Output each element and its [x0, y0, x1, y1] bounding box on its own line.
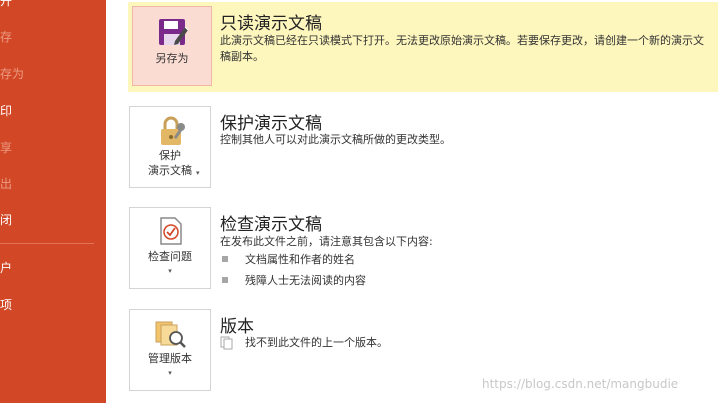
protect-presentation-button[interactable]: 保护 演示文稿 ▾: [129, 106, 211, 188]
inspect-bullet-item: 文档属性和作者的姓名: [245, 253, 355, 266]
nav-item-save-as[interactable]: 存为: [0, 65, 24, 82]
manage-versions-label: 管理版本: [148, 352, 192, 365]
readonly-notice: 另存为 只读演示文稿 此演示文稿已经在只读模式下打开。无法更改原始演示文稿。若要…: [128, 2, 718, 92]
inspect-document-icon: [157, 216, 185, 246]
inspect-bullet-item: 残障人士无法阅读的内容: [245, 274, 366, 287]
inspect-title: 检查演示文稿: [220, 215, 322, 235]
protect-description: 控制其他人可以对此演示文稿所做的更改类型。: [220, 133, 451, 146]
bullet-icon: [222, 256, 228, 262]
dropdown-caret-icon: ▾: [168, 369, 172, 377]
versions-icon: [154, 318, 188, 350]
protect-title: 保护演示文稿: [220, 114, 322, 134]
lock-key-icon: [156, 115, 188, 147]
watermark: https://blog.csdn.net/mangbudie: [482, 377, 679, 391]
nav-item-account[interactable]: 户: [0, 259, 12, 276]
versions-description: 找不到此文件的上一个版本。: [245, 336, 388, 349]
no-versions-icon: [220, 335, 234, 350]
nav-item-share[interactable]: 享: [0, 139, 12, 156]
dropdown-caret-icon: ▾: [196, 169, 200, 177]
backstage-sidebar: 开 存 存为 印 享 出 闭 户 项: [0, 0, 106, 403]
dropdown-caret-icon: ▾: [168, 267, 172, 275]
save-as-icon: [157, 17, 189, 49]
readonly-description: 此演示文稿已经在只读模式下打开。无法更改原始演示文稿。若要保存更改，请创建一个新…: [220, 34, 704, 63]
bullet-icon: [222, 277, 228, 283]
save-as-button[interactable]: 另存为: [132, 6, 212, 86]
check-issues-button[interactable]: 检查问题 ▾: [129, 207, 211, 289]
nav-item-open[interactable]: 开: [0, 0, 12, 9]
manage-versions-button[interactable]: 管理版本 ▾: [129, 309, 211, 391]
inspect-description: 在发布此文件之前，请注意其包含以下内容:: [220, 235, 433, 248]
check-issues-label: 检查问题: [148, 250, 192, 263]
nav-item-save[interactable]: 存: [0, 28, 12, 45]
info-content: 另存为 只读演示文稿 此演示文稿已经在只读模式下打开。无法更改原始演示文稿。若要…: [106, 0, 718, 403]
versions-title: 版本: [220, 317, 254, 337]
protect-label-line1: 保护: [159, 149, 181, 162]
readonly-title: 只读演示文稿: [220, 14, 322, 34]
sidebar-divider: [0, 243, 94, 244]
nav-item-export[interactable]: 出: [0, 175, 12, 192]
nav-item-close[interactable]: 闭: [0, 211, 12, 228]
nav-item-options[interactable]: 项: [0, 296, 12, 313]
save-as-label: 另存为: [155, 52, 189, 65]
nav-item-print[interactable]: 印: [0, 102, 12, 119]
